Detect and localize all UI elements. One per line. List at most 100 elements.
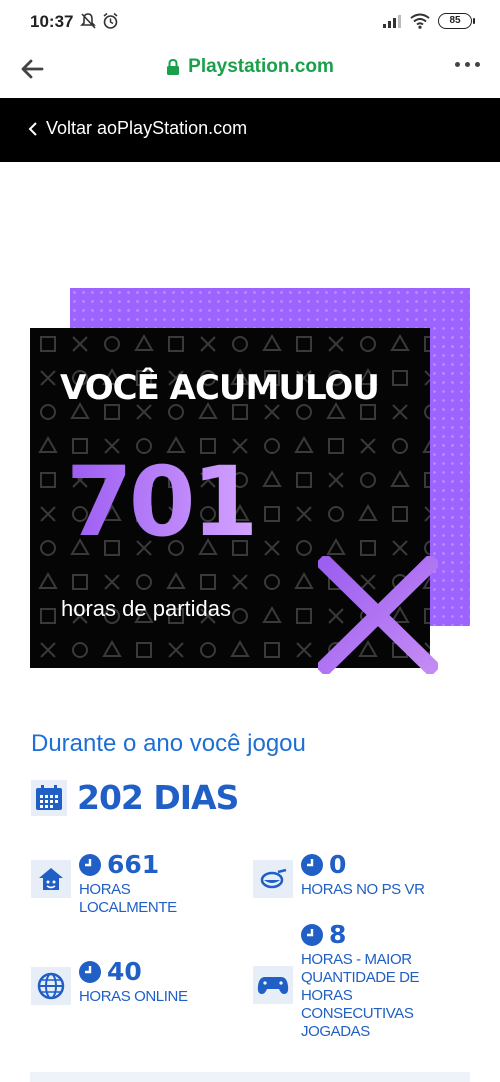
signal-icon	[383, 15, 401, 28]
cross-symbol	[296, 642, 312, 658]
stat-local-hours: 661 HORAS LOCALMENTE	[31, 850, 209, 917]
home-icon	[31, 860, 71, 898]
square-symbol	[40, 336, 56, 352]
stat-consecutive-hours: 8 HORAS - MAIOR QUANTIDADE DE HORAS CONS…	[253, 920, 426, 1041]
triangle-symbol	[326, 537, 346, 555]
cross-symbol	[104, 574, 120, 590]
stat-label: HORAS ONLINE	[79, 988, 188, 1005]
circle-symbol	[40, 540, 56, 556]
stat-value: 40	[107, 957, 142, 986]
triangle-symbol	[358, 503, 378, 521]
clock-icon	[301, 853, 323, 876]
stat-label: HORAS - MAIOR QUANTIDADE DE HORAS CONSEC…	[301, 951, 420, 1040]
square-symbol	[296, 608, 312, 624]
triangle-symbol	[230, 639, 250, 657]
calendar-icon	[31, 779, 67, 816]
cross-symbol	[40, 642, 56, 658]
stat-value: 661	[107, 850, 160, 879]
globe-icon	[31, 967, 71, 1005]
lock-icon	[167, 58, 180, 75]
hero-subtitle: horas de partidas	[61, 596, 231, 621]
triangle-symbol	[390, 469, 410, 487]
notifications-muted-icon	[80, 13, 96, 29]
stat-psvr-hours: 0 HORAS NO PS VR	[253, 850, 431, 899]
cross-symbol	[392, 404, 408, 420]
triangle-symbol	[294, 571, 314, 589]
square-symbol	[72, 574, 88, 590]
stat-online-hours: 40 HORAS ONLINE	[31, 957, 209, 1006]
more-options-icon[interactable]	[455, 62, 480, 67]
hero-hours-number: 701	[66, 446, 258, 558]
triangle-symbol	[134, 333, 154, 351]
cross-symbol	[392, 540, 408, 556]
days-played-value: 202 DIAS	[77, 778, 239, 817]
square-symbol	[424, 472, 430, 488]
circle-symbol	[40, 404, 56, 420]
cross-symbol	[200, 336, 216, 352]
next-section-strip	[30, 1072, 470, 1082]
stat-value: 8	[329, 920, 347, 949]
square-symbol	[264, 642, 280, 658]
url-text: Playstation.com	[188, 56, 334, 77]
gamepad-icon	[253, 966, 293, 1004]
circle-symbol	[328, 506, 344, 522]
square-symbol	[264, 506, 280, 522]
triangle-symbol	[38, 435, 58, 453]
circle-symbol	[104, 336, 120, 352]
square-symbol	[296, 336, 312, 352]
square-symbol	[168, 336, 184, 352]
year-intro-text: Durante o ano você jogou	[31, 730, 306, 757]
triangle-symbol	[294, 435, 314, 453]
triangle-symbol	[166, 571, 186, 589]
triangle-symbol	[422, 439, 430, 453]
square-symbol	[296, 472, 312, 488]
clock-icon	[301, 923, 323, 946]
cross-symbol	[40, 370, 56, 386]
triangle-symbol	[262, 469, 282, 487]
circle-symbol	[200, 642, 216, 658]
circle-symbol	[296, 540, 312, 556]
cross-symbol	[360, 438, 376, 454]
cross-symbol	[328, 336, 344, 352]
square-symbol	[136, 642, 152, 658]
triangle-symbol	[38, 571, 58, 589]
chevron-left-icon	[28, 121, 37, 136]
stat-label: HORAS LOCALMENTE	[79, 881, 177, 916]
circle-symbol	[136, 574, 152, 590]
cross-symbol	[264, 540, 280, 556]
status-bar: 10:37 85	[0, 0, 500, 44]
square-symbol	[40, 472, 56, 488]
circle-symbol	[360, 336, 376, 352]
circle-symbol	[264, 574, 280, 590]
cross-symbol	[328, 472, 344, 488]
circle-symbol	[392, 438, 408, 454]
square-symbol	[392, 506, 408, 522]
days-played-row: 202 DIAS	[31, 778, 239, 817]
cross-symbol	[424, 506, 430, 522]
triangle-symbol	[262, 605, 282, 623]
address-bar[interactable]: Playstation.com	[166, 56, 334, 78]
triangle-symbol	[390, 333, 410, 351]
cross-symbol	[424, 370, 430, 386]
status-time: 10:37	[30, 12, 74, 31]
circle-symbol	[232, 608, 248, 624]
square-symbol	[200, 574, 216, 590]
stat-label: HORAS NO PS VR	[301, 881, 425, 898]
square-symbol	[360, 540, 376, 556]
clock-icon	[79, 853, 101, 876]
circle-symbol	[72, 642, 88, 658]
back-to-playstation-link[interactable]: Voltar aoPlayStation.com	[28, 118, 247, 139]
back-link-label: Voltar aoPlayStation.com	[46, 118, 248, 138]
cross-symbol	[72, 336, 88, 352]
square-symbol	[40, 608, 56, 624]
circle-symbol	[424, 540, 430, 556]
circle-symbol	[264, 438, 280, 454]
cross-symbol	[232, 574, 248, 590]
browser-toolbar: Playstation.com	[0, 44, 500, 98]
battery-indicator: 85	[438, 13, 475, 29]
wifi-icon	[410, 13, 430, 29]
cross-symbol-icon	[318, 556, 438, 674]
clock-icon	[79, 960, 101, 983]
cross-symbol	[168, 642, 184, 658]
cross-symbol	[40, 506, 56, 522]
